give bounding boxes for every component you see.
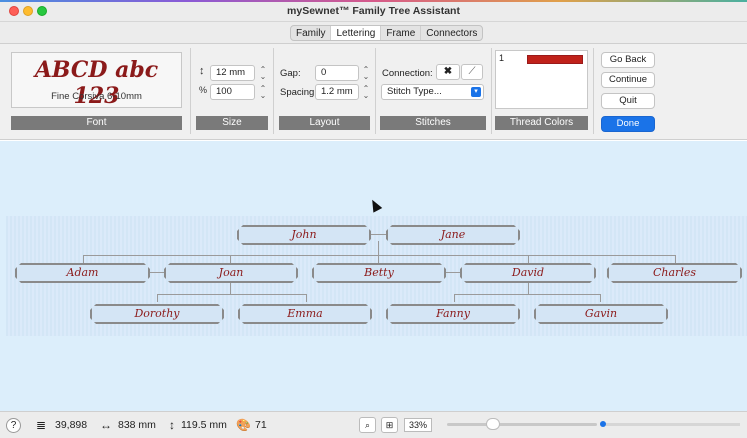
tree-name-node[interactable]: Betty — [312, 263, 446, 283]
connector-line — [157, 294, 158, 302]
spacing-field[interactable]: 1.2 mm — [315, 84, 359, 100]
tree-name-node[interactable]: Dorothy — [90, 304, 224, 324]
stitch-type-select[interactable]: Stitch Type... ▾ — [381, 84, 484, 100]
width-percent-icon: % — [199, 85, 208, 95]
continue-button[interactable]: Continue — [601, 72, 655, 88]
thread-color-list[interactable]: 1 — [495, 50, 588, 109]
divider — [593, 48, 594, 134]
connector-line — [157, 294, 307, 295]
tree-name-node[interactable]: Emma — [238, 304, 372, 324]
zoom-fit-icon: ⌕ — [364, 420, 371, 430]
connector-pattern-icon: ✖ — [443, 66, 453, 77]
tree-name-node[interactable]: John — [237, 225, 371, 245]
font-group-button[interactable]: Font — [11, 116, 182, 130]
chevron-down-icon: ▾ — [471, 87, 481, 97]
zoom-to-fit-button[interactable]: ⌕ — [359, 417, 376, 433]
divider — [190, 48, 191, 134]
connection-pattern-button[interactable]: ✖ — [436, 64, 460, 80]
tree-name-node[interactable]: David — [460, 263, 596, 283]
divider — [491, 48, 492, 134]
tab-family[interactable]: Family — [291, 26, 332, 40]
divider — [375, 48, 376, 134]
zoom-slider-knob[interactable] — [486, 418, 500, 430]
height-field[interactable]: 12 mm — [210, 65, 255, 81]
secondary-slider-track[interactable] — [600, 423, 740, 426]
connector-line — [306, 294, 307, 302]
stitches-group-button[interactable]: Stitches — [380, 116, 486, 130]
connector-line — [446, 272, 460, 273]
palette-icon: 🎨 — [236, 418, 251, 432]
zoom-slider-track[interactable] — [447, 423, 597, 426]
zoom-to-hoop-button[interactable]: ⊞ — [381, 417, 398, 433]
connector-line — [600, 294, 601, 302]
secondary-slider-knob[interactable] — [600, 421, 606, 427]
connector-line — [528, 283, 529, 294]
tree-name-node[interactable]: Fanny — [386, 304, 520, 324]
tab-lettering[interactable]: Lettering — [331, 26, 382, 40]
width-field[interactable]: 100 — [210, 84, 255, 100]
connector-line — [454, 294, 600, 295]
tree-name-node[interactable]: Adam — [15, 263, 150, 283]
tab-group: Family Lettering Frame Connectors — [290, 25, 484, 41]
stitch-count-icon: ≣ — [36, 418, 47, 432]
go-back-button[interactable]: Go Back — [601, 52, 655, 68]
connection-label: Connection: — [382, 68, 433, 79]
connector-line — [150, 272, 164, 273]
connector-line-icon: ⟋ — [468, 66, 476, 77]
connector-line — [454, 294, 455, 302]
status-bar: ? ≣ 39,898 ↔ 838 mm ↕ 119.5 mm 🎨 71 ⌕ ⊞ … — [0, 411, 747, 438]
spacing-stepper[interactable]: ⌃ ⌄ — [361, 85, 371, 101]
design-canvas[interactable]: John Jane Adam Joan Betty David Charles … — [0, 141, 747, 411]
height-icon: ↕ — [199, 65, 205, 77]
help-button[interactable]: ? — [6, 418, 21, 433]
size-group-button[interactable]: Size — [196, 116, 268, 130]
gap-field[interactable]: 0 — [315, 65, 359, 81]
stitch-count: 39,898 — [55, 419, 88, 431]
thread-number: 1 — [499, 53, 505, 63]
gap-stepper[interactable]: ⌃ ⌄ — [361, 66, 371, 82]
divider — [273, 48, 274, 134]
font-preview[interactable]: ABCD abc 123 Fine Corsiva 6-10mm — [11, 52, 182, 109]
tab-bar: Family Lettering Frame Connectors — [0, 22, 747, 44]
connection-line-button[interactable]: ⟋ — [461, 64, 483, 80]
connector-line — [370, 234, 386, 235]
design-width: 838 mm — [118, 419, 156, 431]
height-icon: ↕ — [169, 418, 175, 432]
tree-name-node[interactable]: Jane — [386, 225, 520, 245]
connector-line — [230, 283, 231, 294]
connector-line — [378, 241, 379, 255]
tab-frame[interactable]: Frame — [381, 26, 422, 40]
stitch-type-value: Stitch Type... — [387, 86, 442, 97]
font-name-label: Fine Corsiva 6-10mm — [51, 91, 142, 102]
done-button[interactable]: Done — [601, 116, 655, 132]
color-count: 71 — [255, 419, 267, 431]
thread-colors-group-button[interactable]: Thread Colors — [495, 116, 588, 130]
layout-group-button[interactable]: Layout — [279, 116, 370, 130]
title-bar: mySewnet™ Family Tree Assistant — [0, 0, 747, 22]
width-stepper[interactable]: ⌃ ⌄ — [258, 85, 268, 101]
height-stepper[interactable]: ⌃ ⌄ — [258, 66, 268, 82]
thread-color-swatch[interactable] — [527, 55, 583, 64]
design-height: 119.5 mm — [181, 419, 227, 431]
window-title: mySewnet™ Family Tree Assistant — [287, 5, 460, 17]
tree-name-node[interactable]: Gavin — [534, 304, 668, 324]
spacing-label: Spacing: — [280, 87, 317, 98]
gap-label: Gap: — [280, 68, 301, 79]
tree-name-node[interactable]: Joan — [164, 263, 298, 283]
connector-line — [83, 255, 675, 256]
quit-button[interactable]: Quit — [601, 93, 655, 109]
width-icon: ↔ — [100, 418, 112, 432]
tab-connectors[interactable]: Connectors — [421, 26, 482, 40]
title-accent-strip — [0, 0, 747, 2]
tree-name-node[interactable]: Charles — [607, 263, 742, 283]
zoom-hoop-icon: ⊞ — [385, 420, 394, 430]
zoom-level-field[interactable]: 33% — [404, 418, 432, 432]
